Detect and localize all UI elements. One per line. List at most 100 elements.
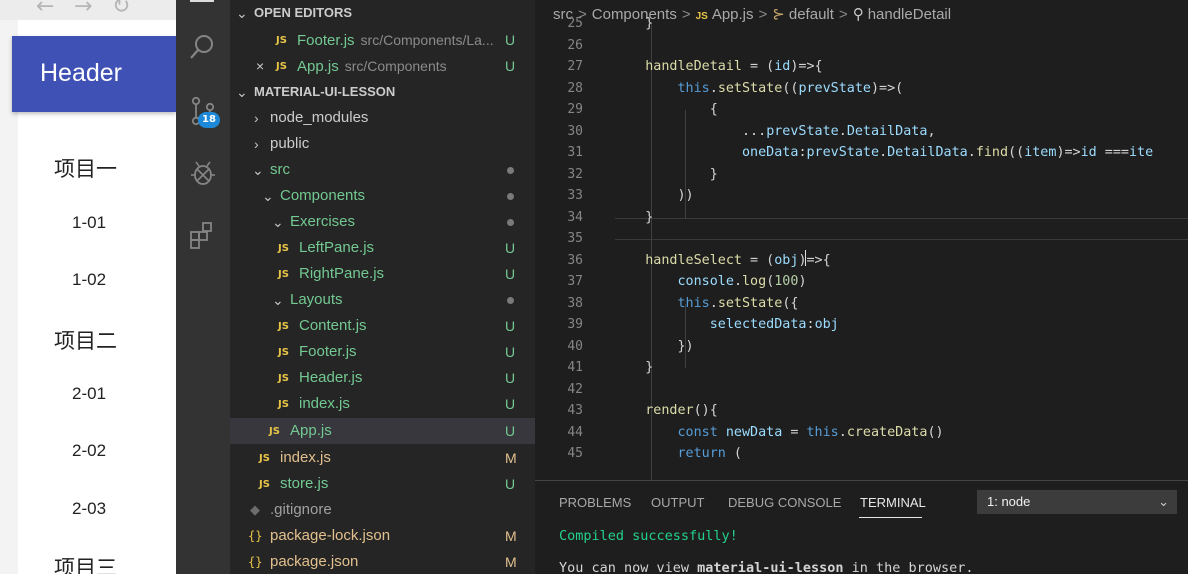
tree-item-layouts[interactable]: ⌄ Layouts xyxy=(230,287,535,313)
git-file-icon: ◆ xyxy=(250,502,260,517)
line-number: 32 xyxy=(567,166,583,182)
breadcrumb-item[interactable]: handleDetail xyxy=(868,6,951,23)
chevron-right-icon: › xyxy=(254,136,259,152)
breadcrumb-separator: > xyxy=(758,6,768,23)
git-status: U xyxy=(505,344,516,360)
terminal-select[interactable]: 1: node ⌄ xyxy=(977,490,1177,514)
tree-item-src-index[interactable]: JS index.js M xyxy=(230,445,535,471)
forward-button[interactable]: → xyxy=(74,0,92,19)
tab-problems[interactable]: PROBLEMS xyxy=(559,495,631,510)
tree-item-label: index.js xyxy=(280,449,331,466)
git-status: U xyxy=(505,423,516,439)
open-editor-name: Footer.js xyxy=(297,32,355,49)
back-button[interactable]: ← xyxy=(36,0,54,19)
code-line: render(){ xyxy=(645,403,718,418)
list-item-2-03[interactable]: 2-03 xyxy=(72,499,106,519)
chevron-down-icon: ⌄ xyxy=(272,214,284,230)
terminal-line: Compiled successfully! xyxy=(559,528,738,544)
tab-output[interactable]: OUTPUT xyxy=(651,495,704,510)
breadcrumb-item[interactable]: default xyxy=(789,6,834,23)
open-editor-path: src/Components xyxy=(344,58,447,74)
open-editor-item[interactable]: JS Footer.js src/Components/La... U xyxy=(230,27,535,53)
tree-item-rightpane[interactable]: JS RightPane.js U xyxy=(230,261,535,287)
debug-icon[interactable] xyxy=(188,158,218,188)
tree-item-leftpane[interactable]: JS LeftPane.js U xyxy=(230,235,535,261)
modified-dot-icon xyxy=(507,219,514,226)
tree-item-public[interactable]: › public xyxy=(230,131,535,157)
js-file-icon: JS xyxy=(276,61,287,72)
line-number: 36 xyxy=(567,252,583,268)
code-line: } xyxy=(613,360,654,375)
tree-item-app[interactable]: JS App.js U xyxy=(230,418,535,444)
tree-item-footer[interactable]: JS Footer.js U xyxy=(230,339,535,365)
list-item-1-01[interactable]: 1-01 xyxy=(72,213,106,233)
project-title: MATERIAL-UI-LESSON xyxy=(254,84,396,99)
tree-item-label: LeftPane.js xyxy=(299,239,375,256)
activity-bar xyxy=(176,0,230,574)
code-line: console.log(100) xyxy=(677,274,807,289)
line-number: 37 xyxy=(567,274,583,289)
tree-item-label: index.js xyxy=(299,395,350,412)
tree-item-store[interactable]: JS store.js U xyxy=(230,471,535,497)
close-icon[interactable]: × xyxy=(256,53,264,79)
extensions-icon[interactable] xyxy=(188,220,218,250)
tree-item-content[interactable]: JS Content.js U xyxy=(230,313,535,339)
terminal-select-value: 1: node xyxy=(987,494,1031,509)
code-line: this.setState((prevState)=>( xyxy=(677,80,904,96)
code-area[interactable]: 25 } 26 27 handleDetail = (id)=>{28 this.s… xyxy=(535,16,1188,480)
chevron-down-icon: ⌄ xyxy=(252,162,264,178)
git-status: M xyxy=(505,450,517,466)
list-group-2[interactable]: 项目二 xyxy=(54,325,117,355)
code-line: return ( xyxy=(677,446,743,461)
tree-item-layouts-index[interactable]: JS index.js U xyxy=(230,391,535,417)
tab-debug-console[interactable]: DEBUG CONSOLE xyxy=(728,495,841,510)
line-number: 28 xyxy=(567,80,583,96)
tree-item-label: Header.js xyxy=(299,369,363,386)
code-line: } xyxy=(613,166,718,182)
line-number: 33 xyxy=(567,188,583,203)
tree-item-components[interactable]: ⌄ Components xyxy=(230,183,535,209)
js-file-icon: JS xyxy=(278,373,289,384)
tree-item-label: package-lock.json xyxy=(270,527,391,544)
line-number: 42 xyxy=(567,381,583,397)
git-status: U xyxy=(505,32,516,48)
breadcrumb-separator: > xyxy=(838,6,848,23)
search-icon[interactable] xyxy=(188,32,218,62)
tree-item-header[interactable]: JS Header.js U xyxy=(230,365,535,391)
open-editor-path: src/Components/La... xyxy=(360,32,494,48)
code-editor[interactable]: src > Components > JS App.js > ⊱ default > ⚲ handle… xyxy=(535,0,1188,480)
tree-item-package-lock[interactable]: {} package-lock.json M xyxy=(230,523,535,549)
code-line: { xyxy=(613,102,718,117)
js-file-icon: JS xyxy=(269,426,280,437)
json-file-icon: {} xyxy=(248,529,263,543)
list-item-2-01[interactable]: 2-01 xyxy=(72,384,106,404)
open-editor-item[interactable]: × JS App.js src/Components U xyxy=(230,53,535,79)
tree-item-package[interactable]: {} package.json M xyxy=(230,549,535,574)
indent-guide xyxy=(685,304,686,368)
list-item-1-02[interactable]: 1-02 xyxy=(72,270,106,290)
explorer-icon[interactable] xyxy=(190,0,214,2)
tab-terminal[interactable]: TERMINAL xyxy=(860,495,926,510)
tree-item-label: .gitignore xyxy=(270,501,332,518)
open-editors-header[interactable]: ⌄ OPEN EDITORS xyxy=(230,0,535,26)
js-file-icon: JS xyxy=(278,347,289,358)
json-file-icon: {} xyxy=(248,555,263,569)
code-line: )) xyxy=(613,188,694,203)
line-number: 39 xyxy=(567,317,583,332)
js-file-icon: JS xyxy=(259,453,270,464)
breadcrumb-item[interactable]: App.js xyxy=(712,6,754,23)
list-item-2-02[interactable]: 2-02 xyxy=(72,441,106,461)
list-group-3[interactable]: 项目三 xyxy=(54,552,117,574)
tree-item-gitignore[interactable]: ◆ .gitignore xyxy=(230,497,535,523)
reload-button[interactable]: ↻ xyxy=(112,0,130,19)
symbol-method-icon: ⚲ xyxy=(852,6,864,23)
line-number: 26 xyxy=(567,37,583,53)
project-header[interactable]: ⌄ MATERIAL-UI-LESSON xyxy=(230,79,535,105)
open-editor-name: App.js xyxy=(297,58,339,75)
tree-item-exercises[interactable]: ⌄ Exercises xyxy=(230,209,535,235)
text-cursor xyxy=(805,250,806,266)
line-number: 41 xyxy=(567,360,583,375)
tree-item-src[interactable]: ⌄ src xyxy=(230,157,535,183)
list-group-1[interactable]: 项目一 xyxy=(54,153,117,183)
tree-item-node-modules[interactable]: › node_modules xyxy=(230,105,535,131)
